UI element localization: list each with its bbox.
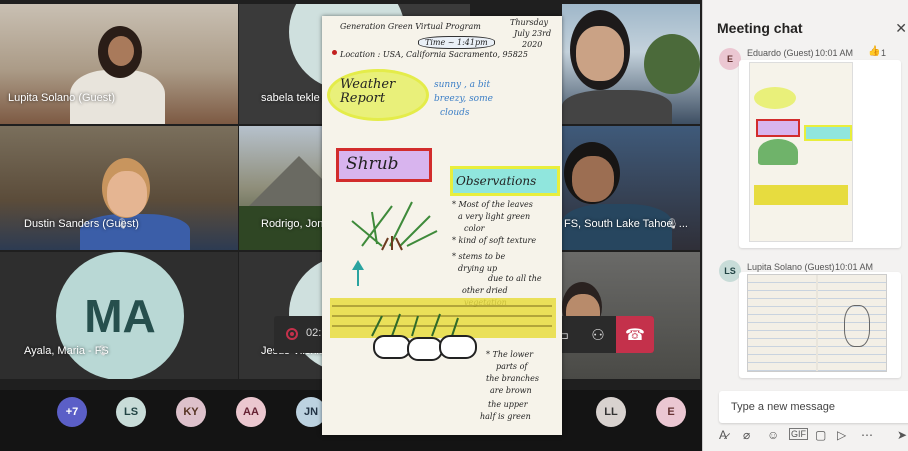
send-icon[interactable]: ➤ <box>897 428 907 442</box>
like-icon[interactable]: 👍 <box>868 46 880 57</box>
mic-off-icon: 🎙 <box>666 219 679 230</box>
sticker-icon[interactable]: ▢ <box>815 428 826 442</box>
notebook-page-left <box>748 275 816 371</box>
call-timer: 02: <box>306 327 322 339</box>
more-icon[interactable]: ⋯ <box>861 428 873 442</box>
participant-face <box>572 156 614 202</box>
thumbnail-weather-cloud <box>754 87 796 109</box>
observation-text: are brown <box>490 386 532 395</box>
participant-bubble[interactable]: KY <box>176 397 206 427</box>
observation-text: the branches <box>486 374 539 383</box>
shared-image-thumbnail[interactable] <box>749 62 853 242</box>
video-tile-ayala[interactable]: MA Ayala, Maria - FS 🎙 <box>0 252 238 379</box>
chat-title: Meeting chat <box>717 20 803 36</box>
participant-face <box>107 171 147 217</box>
thumbnail-observations-box <box>804 125 852 141</box>
video-tile-rodrigo[interactable]: Rodrigo, Jonar J <box>239 126 322 250</box>
mic-off-icon: 🎙 <box>116 219 129 230</box>
gif-icon[interactable]: GIF <box>789 428 808 440</box>
shared-image-thumbnail[interactable] <box>747 274 887 372</box>
thumbnail-grass <box>754 185 848 205</box>
message-card[interactable] <box>739 272 901 378</box>
participant-figure <box>562 90 672 124</box>
observation-text: the upper <box>488 400 528 409</box>
avatar: LS <box>719 260 741 282</box>
participant-bubble[interactable]: E <box>656 397 686 427</box>
mic-off-icon: 🎙 <box>96 346 109 357</box>
participant-bubble[interactable]: LL <box>596 397 626 427</box>
message-card[interactable] <box>739 60 901 248</box>
participant-bubble[interactable]: AA <box>236 397 266 427</box>
shared-content-drawing: Generation Green Virtual Program Thursda… <box>322 16 562 435</box>
participant-face <box>108 36 134 66</box>
participants-icon[interactable]: ⚇ <box>580 316 616 353</box>
avatar: E <box>719 48 741 70</box>
message-sender: Lupita Solano (Guest) <box>747 262 835 272</box>
message-time: 10:01 AM <box>835 262 874 272</box>
video-tile-fs-tahoe[interactable]: FS, South Lake Tahoe, ... 🎙 <box>562 126 700 250</box>
participant-face <box>576 26 624 81</box>
notebook-sketch <box>844 305 870 347</box>
compose-input[interactable]: Type a new message <box>731 401 835 413</box>
background-tree <box>644 34 700 94</box>
avatar: MA <box>56 252 184 379</box>
video-tile-dustin[interactable]: Dustin Sanders (Guest) 🎙 <box>0 126 238 250</box>
participant-name: Rodrigo, Jonar J <box>261 218 322 230</box>
meet-icon[interactable]: ▷ <box>837 428 846 442</box>
overflow-count-badge[interactable]: +7 <box>57 397 87 427</box>
chat-header: Meeting chat ✕ <box>703 0 908 44</box>
hang-up-button[interactable]: ☎ <box>616 316 654 353</box>
compose-box[interactable]: Type a new message <box>719 391 908 423</box>
thumbnail-shrub-box <box>756 119 800 137</box>
attach-icon[interactable]: ⌀ <box>743 428 750 442</box>
reaction-count: 1 <box>881 48 887 58</box>
observation-text: parts of <box>496 362 528 371</box>
observation-text: * The lower <box>486 350 534 359</box>
shrub-drawing <box>330 201 556 361</box>
message-sender: Eduardo (Guest) <box>747 48 814 58</box>
video-tile-girl-glasses[interactable] <box>562 4 700 124</box>
compose-toolbar: A̷ ⌀ ☺ GIF ▢ ▷ ⋯ ➤ <box>719 428 908 444</box>
emoji-icon[interactable]: ☺ <box>767 428 779 442</box>
message-time: 10:01 AM <box>815 48 854 58</box>
format-icon[interactable]: A̷ <box>719 428 727 442</box>
close-icon[interactable]: ✕ <box>895 20 907 37</box>
video-tile-lupita[interactable]: Lupita Solano (Guest) <box>0 4 238 124</box>
participant-bubble[interactable]: LS <box>116 397 146 427</box>
observation-text: half is green <box>480 412 531 421</box>
recording-icon <box>286 328 298 340</box>
meeting-chat-panel: Meeting chat ✕ E Eduardo (Guest) 10:01 A… <box>702 0 908 451</box>
participant-name: Lupita Solano (Guest) <box>8 92 116 104</box>
thumbnail-shrub <box>758 139 798 165</box>
